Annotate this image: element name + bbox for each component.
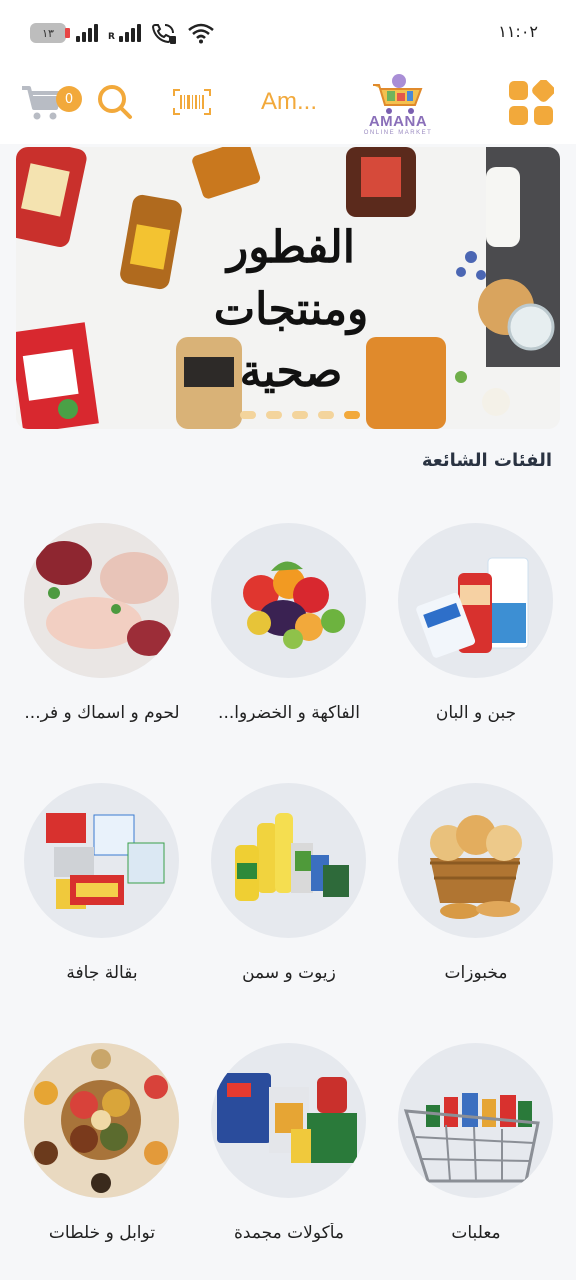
category-fruits-vegetables[interactable]: الفاكهة و الخضروا... [199, 523, 379, 743]
wifi-icon [188, 23, 214, 44]
category-label: معلبات [451, 1223, 501, 1243]
spices-image [24, 1043, 179, 1198]
bakery-image [398, 783, 553, 938]
promo-banner[interactable]: الفطور ومنتجات صحية [16, 147, 560, 429]
signal-icon [76, 24, 98, 42]
fruits-vegetables-image [211, 523, 366, 678]
banner-title: الفطور ومنتجات صحية [166, 217, 416, 403]
signal-roaming-icon: R [108, 24, 141, 42]
language-selector[interactable]: Am... [258, 84, 320, 120]
grid-menu-icon [509, 80, 554, 125]
barcode-icon [173, 89, 211, 115]
frozen-food-image [211, 1043, 366, 1198]
status-bar: ١٣ R ١١:٠٢ [0, 0, 576, 64]
category-label: لحوم و اسماك و فر... [24, 703, 180, 723]
search-button[interactable] [95, 82, 135, 122]
categories-menu-button[interactable] [508, 80, 554, 126]
category-spices[interactable]: توابل و خلطات [12, 1043, 192, 1263]
cart-button[interactable]: 0 [16, 78, 82, 126]
status-time: ١١:٠٢ [498, 22, 538, 41]
banner-title-line2: صحية [239, 346, 343, 397]
category-dry-groceries[interactable]: بقالة جافة [12, 783, 192, 1003]
category-frozen-food[interactable]: مأكولات مجمدة [199, 1043, 379, 1263]
category-label: بقالة جافة [66, 963, 138, 983]
wifi-call-icon [151, 24, 176, 44]
banner-dot[interactable] [240, 411, 256, 419]
banner-title-line1: الفطور ومنتجات [213, 222, 369, 335]
category-meat-fish-poultry[interactable]: لحوم و اسماك و فر... [12, 523, 192, 743]
category-label: توابل و خلطات [48, 1223, 156, 1243]
battery-icon: ١٣ [30, 23, 70, 43]
dry-groceries-image [24, 783, 179, 938]
canned-food-image [398, 1043, 553, 1198]
battery-level: ١٣ [42, 26, 54, 40]
category-label: مأكولات مجمدة [233, 1223, 344, 1243]
category-label: جبن و البان [435, 703, 517, 723]
category-label: مخبوزات [444, 963, 508, 983]
category-dairy[interactable]: جبن و البان [386, 523, 566, 743]
banner-dot-active[interactable] [344, 411, 360, 419]
category-canned-food[interactable]: معلبات [386, 1043, 566, 1263]
roaming-label: R [108, 32, 115, 42]
popular-categories-title: الفئات الشائعة [421, 450, 552, 471]
banner-dot[interactable] [318, 411, 334, 419]
meat-fish-poultry-image [24, 523, 179, 678]
logo-tagline: ONLINE MARKET [363, 129, 433, 136]
logo-name: AMANA [368, 112, 428, 130]
app-header: 0 Am... AMANA ONLINE MARKET [0, 64, 576, 144]
banner-pagination [240, 411, 360, 419]
cart-count-badge: 0 [56, 86, 82, 112]
banner-dot[interactable] [266, 411, 282, 419]
barcode-scan-button[interactable] [172, 88, 212, 116]
search-icon [98, 85, 132, 119]
category-bakery[interactable]: مخبوزات [386, 783, 566, 1003]
category-oils[interactable]: زيوت و سمن [199, 783, 379, 1003]
dairy-products-image [398, 523, 553, 678]
category-label: زيوت و سمن [242, 963, 336, 983]
banner-dot[interactable] [292, 411, 308, 419]
logo-basket-icon [373, 73, 423, 114]
status-icons: ١٣ R [30, 22, 215, 44]
amana-logo: AMANA ONLINE MARKET [362, 62, 434, 144]
oils-image [211, 783, 366, 938]
category-label: الفاكهة و الخضروا... [218, 703, 360, 723]
